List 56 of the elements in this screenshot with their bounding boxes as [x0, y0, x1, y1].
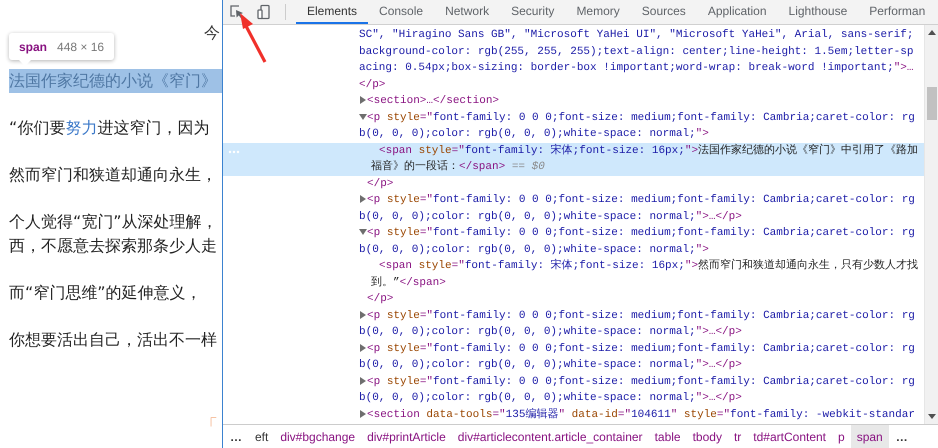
collapsed-arrow-icon[interactable] — [359, 310, 367, 320]
scroll-up-icon[interactable] — [928, 29, 936, 35]
article-text: 然而窄门和狭道却通向永生， — [9, 164, 217, 186]
devtools-tab[interactable]: Network — [434, 0, 500, 24]
scrollbar[interactable] — [924, 25, 938, 424]
article-text: 而“窄门思维”的延伸意义， — [9, 282, 202, 304]
dots-icon — [228, 150, 240, 154]
devtools-tab[interactable]: Elements — [296, 0, 368, 24]
article-text: “你们要努力进这窄门，因为 — [9, 117, 210, 139]
devtools-tab[interactable]: Performan — [858, 0, 936, 24]
breadcrumb[interactable]: table — [648, 425, 687, 448]
highlighted-text: 法国作家纪德的小说《窄门》 — [9, 69, 222, 93]
collapsed-arrow-icon[interactable] — [359, 408, 367, 418]
closing-tag-line: </p> — [366, 176, 394, 192]
devtools-tab[interactable]: Sources — [630, 0, 697, 24]
dom-node-line[interactable]: <p style="font-family: 0 0 0;font-size: medium;font-family: Cambria;caret-color: rgb(0, 0, 0);color: rgb(0, 0, 0);white-space: normal;"> — [359, 225, 920, 258]
breadcrumb[interactable]: div#articlecontent.article_container — [452, 425, 649, 448]
breadcrumb[interactable]: tbody — [686, 425, 728, 448]
tooltip-tag: span — [19, 40, 48, 54]
expanded-arrow-icon[interactable] — [359, 112, 367, 122]
breadcrumb[interactable]: p — [832, 425, 851, 448]
breadcrumb[interactable]: div#printArticle — [361, 425, 452, 448]
collapsed-arrow-icon[interactable] — [359, 95, 367, 105]
breadcrumb[interactable]: span — [850, 425, 889, 448]
devtools-tab[interactable]: Application — [696, 0, 778, 24]
dom-node-line[interactable]: SC", "Hiragino Sans GB", "Microsoft YaHei UI", "Microsoft YaHei", Arial, sans-serif;background-color: rgb(255, 255, 255);text-align: center;line-height: 1.5em;letter-spacing: 0.54px;box-sizing: border-box !important;word-wrap: break-word !important;">… — [359, 27, 920, 76]
tooltip-size: 448 × 16 — [57, 40, 104, 54]
scroll-down-icon[interactable] — [928, 414, 936, 420]
dom-node-line[interactable]: <p style="font-family: 0 0 0;font-size: medium;font-family: Cambria;caret-color: rgb(0, 0, 0);color: rgb(0, 0, 0);white-space: normal;"> — [359, 110, 920, 142]
breadcrumb[interactable]: eft — [249, 425, 274, 448]
breadcrumb[interactable]: td#artContent — [747, 425, 832, 448]
article-text: 西，不愿意去探索那条少人走 — [9, 235, 217, 257]
collapsed-arrow-icon[interactable] — [359, 342, 367, 352]
page-title-fragment: 今 — [204, 23, 220, 43]
expanded-arrow-icon[interactable] — [359, 227, 367, 237]
dom-node-line[interactable]: <p style="font-family: 0 0 0;font-size: medium;font-family: Cambria;caret-color: rgb(0, 0, 0);color: rgb(0, 0, 0);white-space: normal;">…</p> — [359, 340, 920, 374]
article-text: 你想要活出自己，活出不一样 — [9, 329, 217, 351]
bracket-fragment: 「 — [200, 415, 218, 438]
breadcrumb[interactable]: div#bgchange — [274, 425, 362, 448]
dom-node-line[interactable]: <section data-tools="135编辑器" data-id="104611" style="font-family: -webkit-standar — [359, 406, 920, 423]
dom-node-line[interactable]: <span style="font-family: 宋体;font-size: 16px;">然而窄门和狭道却通向永生，只有少数人才找到。”</span> — [371, 258, 920, 291]
dom-node-line[interactable]: <p style="font-family: 0 0 0;font-size: medium;font-family: Cambria;caret-color: rgb(0, 0, 0);color: rgb(0, 0, 0);white-space: normal;">…</p> — [359, 374, 920, 406]
devtools-tab[interactable]: Console — [368, 0, 434, 24]
dom-node-line[interactable]: <section>…</section> — [359, 93, 920, 110]
article-text: 个人觉得“宽门”从深处理解， — [9, 211, 218, 233]
devtools-tab[interactable]: Memory — [565, 0, 631, 24]
dom-node-line[interactable]: <p style="font-family: 0 0 0;font-size: medium;font-family: Cambria;caret-color: rgb(0, 0, 0);color: rgb(0, 0, 0);white-space: normal;">…</p> — [359, 308, 920, 340]
dom-node-line[interactable]: <p style="font-family: 0 0 0;font-size: medium;font-family: Cambria;caret-color: rgb(0, 0, 0);color: rgb(0, 0, 0);white-space: normal;">…</p> — [359, 192, 920, 225]
scrollbar-thumb[interactable] — [926, 87, 936, 120]
collapsed-arrow-icon[interactable] — [359, 376, 367, 386]
collapsed-arrow-icon[interactable] — [359, 194, 367, 204]
closing-tag-line: </p> — [359, 78, 386, 92]
devtools-tab[interactable]: Security — [500, 0, 566, 24]
breadcrumb[interactable]: tr — [728, 425, 748, 448]
devtools-tab[interactable]: Lighthouse — [778, 0, 858, 24]
closing-tag-line: </p> — [366, 292, 394, 307]
